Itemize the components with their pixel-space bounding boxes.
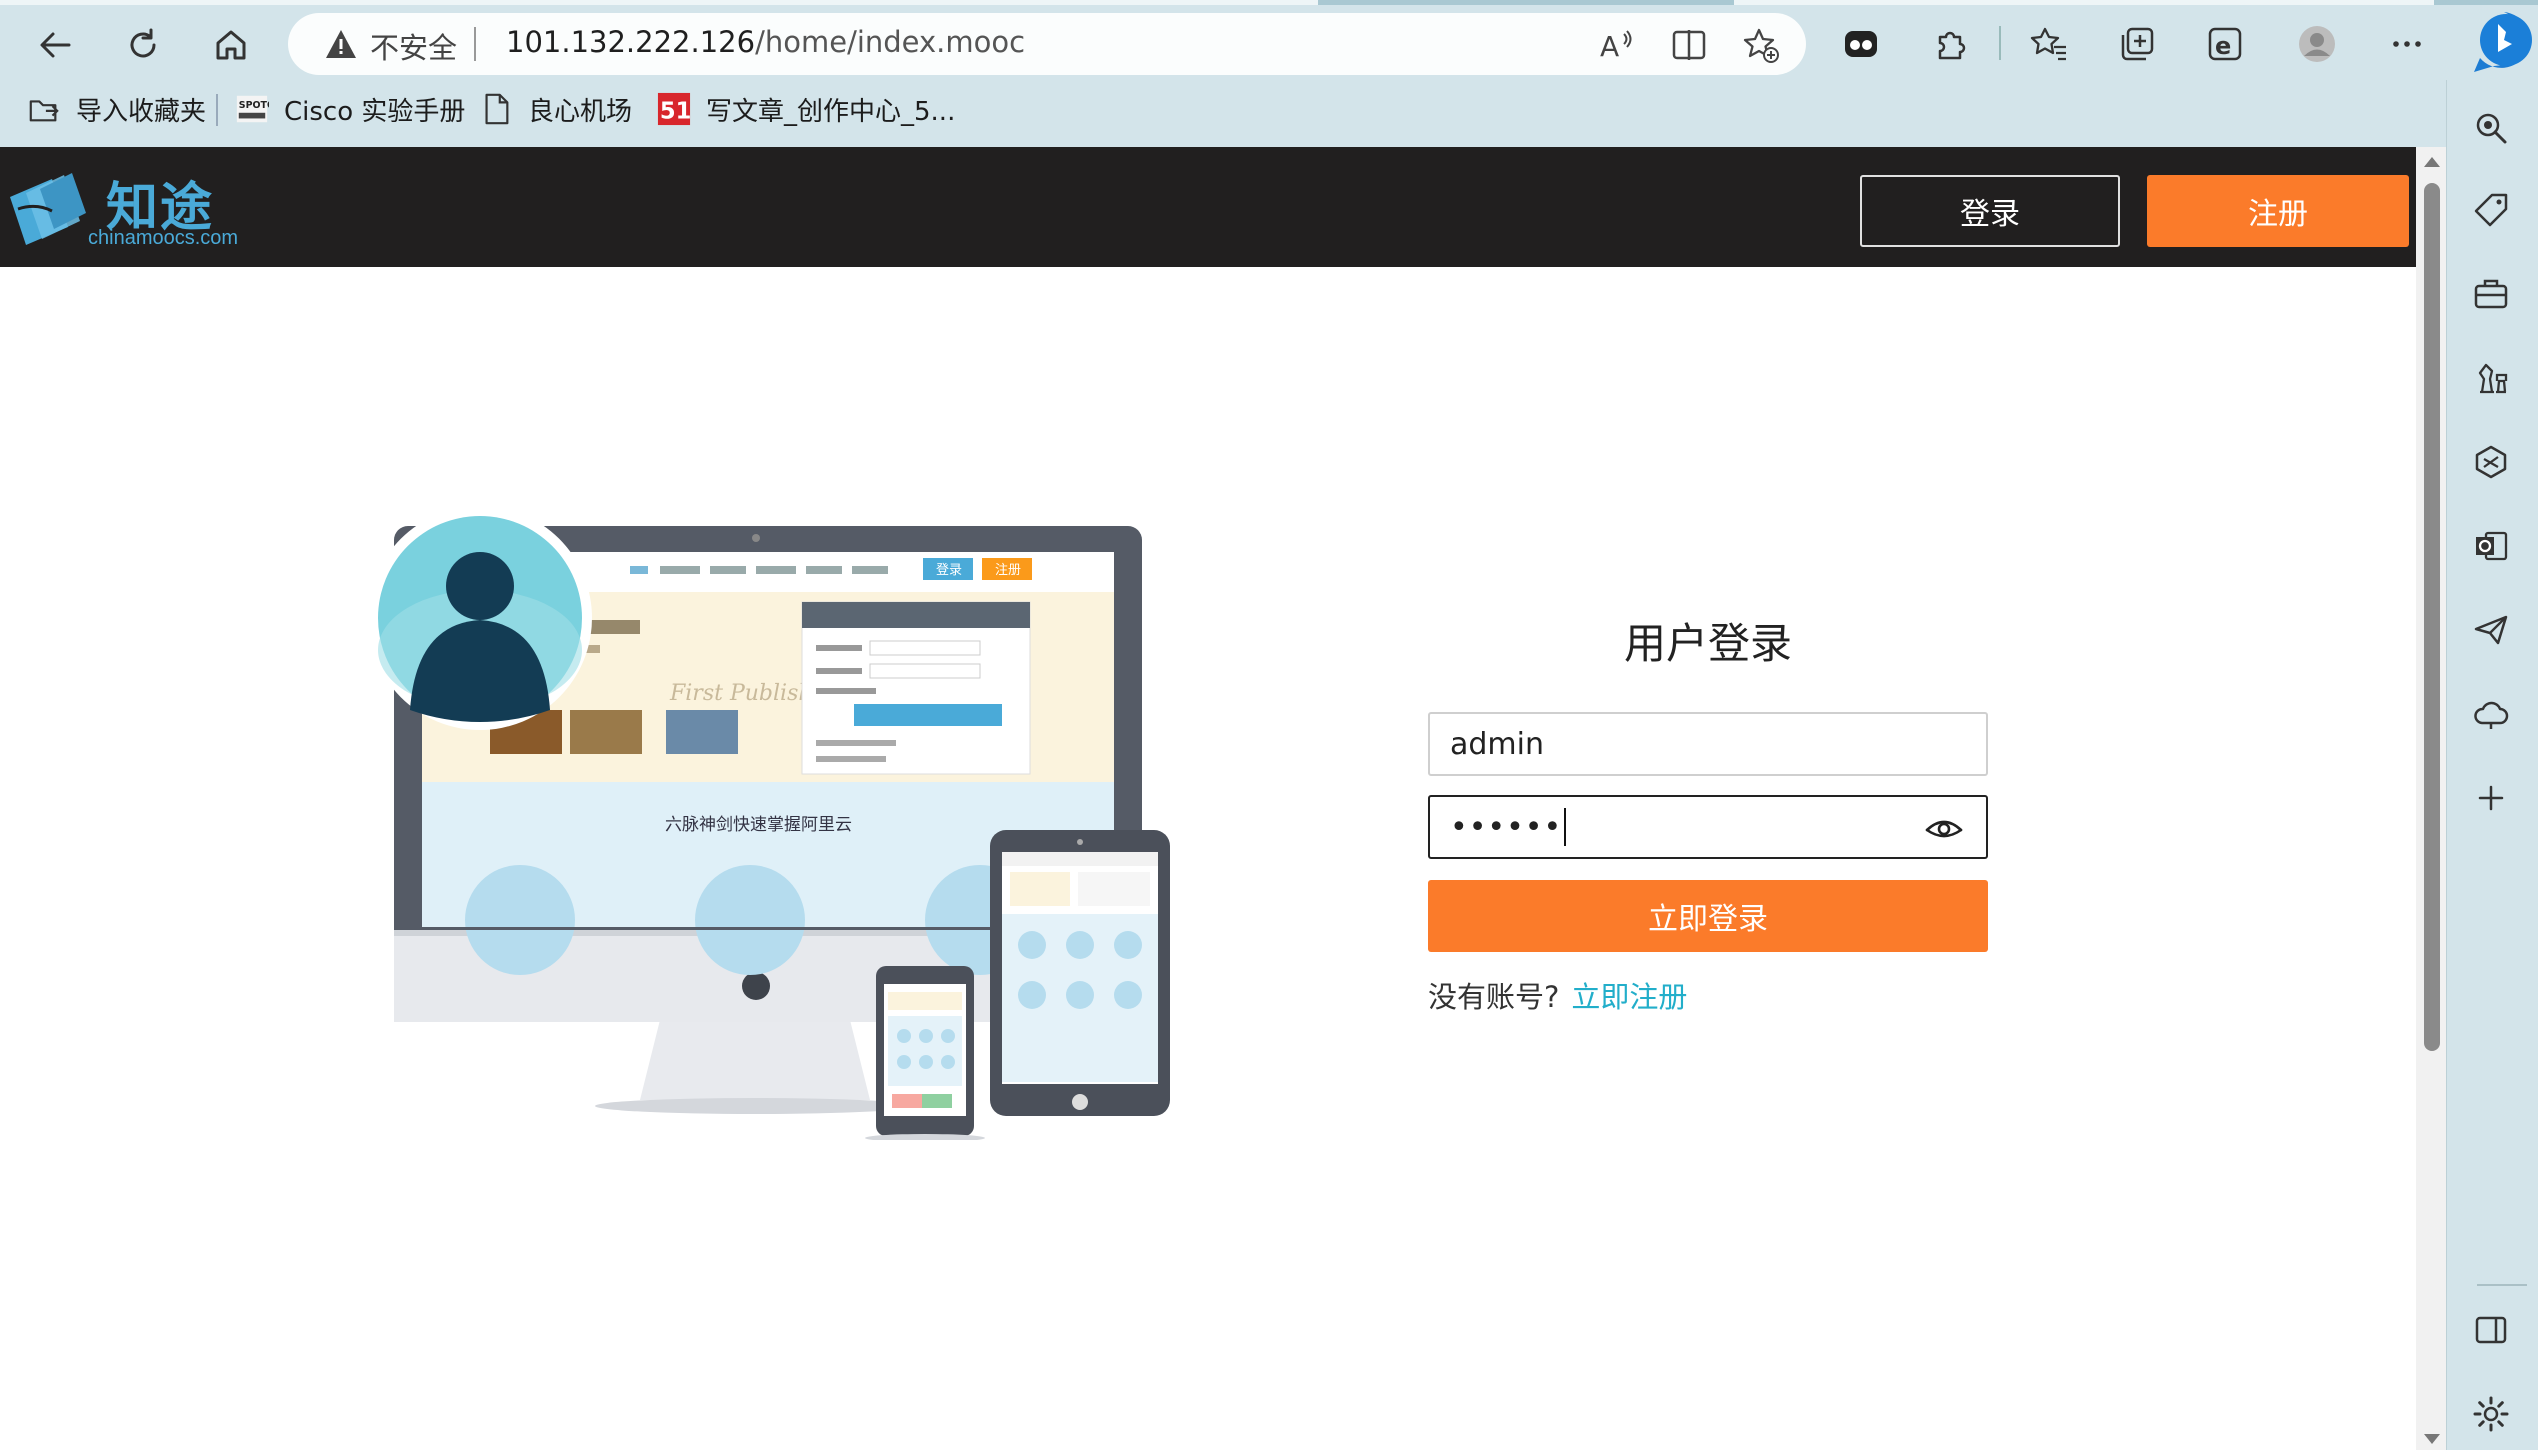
browser-toolbar: 不安全 101.132.222.126/home/index.mooc A e … <box>0 0 2538 147</box>
no-account-text: 没有账号? <box>1428 980 1560 1014</box>
toolbox-icon[interactable] <box>2467 270 2515 318</box>
bookmark-label: 良心机场 <box>528 96 633 127</box>
profile-icon[interactable] <box>2292 19 2342 69</box>
login-title: 用户登录 <box>1623 619 1792 668</box>
register-link[interactable]: 立即注册 <box>1571 980 1687 1014</box>
header-login-button[interactable]: 登录 <box>1860 175 2120 247</box>
illustration-banner-text: 六脉神剑快速掌握阿里云 <box>665 815 852 835</box>
bookmark-separator <box>216 94 218 126</box>
games-icon[interactable] <box>1836 19 1886 69</box>
url-path: /home/index.mooc <box>755 25 1026 59</box>
add-favorite-icon[interactable] <box>1742 26 1780 64</box>
split-screen-icon[interactable] <box>1670 26 1708 64</box>
scroll-down-arrow-icon[interactable] <box>2424 1434 2440 1444</box>
devices-illustration: 登录 注册 First Publish 六脉神剑快速掌握阿里云 <box>368 500 1190 1142</box>
office-icon[interactable] <box>2467 438 2515 486</box>
header-register-button[interactable]: 注册 <box>2147 175 2409 247</box>
favorites-icon[interactable] <box>2024 19 2074 69</box>
logo-icon <box>10 173 86 245</box>
bookmark-label: Cisco 实验手册 <box>284 96 466 127</box>
address-bar[interactable]: 不安全 101.132.222.126/home/index.mooc A <box>288 13 1806 75</box>
spoto-icon: SPOTO <box>234 91 270 127</box>
chess-icon[interactable] <box>2467 354 2515 402</box>
read-aloud-icon[interactable]: A <box>1598 26 1636 64</box>
cloud-icon[interactable] <box>2467 690 2515 738</box>
back-arrow-icon[interactable] <box>24 14 86 76</box>
search-icon[interactable] <box>2467 104 2515 152</box>
svg-text:SPOTO: SPOTO <box>239 100 269 111</box>
site-header: 知途 chinamoocs.com 登录 注册 <box>0 147 2416 267</box>
warning-icon[interactable] <box>324 28 358 60</box>
login-submit-button[interactable]: 立即登录 <box>1428 880 1988 952</box>
address-separator <box>474 27 476 61</box>
show-password-eye-icon[interactable] <box>1924 810 1964 846</box>
edge-sidebar <box>2446 80 2538 1450</box>
bookmark-liangxin[interactable]: 良心机场 <box>478 88 632 130</box>
extensions-icon[interactable] <box>1926 19 1976 69</box>
settings-icon[interactable] <box>2467 1390 2515 1438</box>
svg-text:51: 51 <box>660 98 691 124</box>
illustration-nav-login: 登录 <box>936 563 962 578</box>
home-icon[interactable] <box>200 14 262 76</box>
scroll-up-arrow-icon[interactable] <box>2424 157 2440 167</box>
illustration-nav-register: 注册 <box>995 563 1021 578</box>
page-icon <box>478 91 514 127</box>
active-tab-edge <box>0 0 1318 5</box>
username-value: admin <box>1450 726 1544 762</box>
url-host: 101.132.222.126 <box>506 25 756 59</box>
sidebar-divider <box>2477 1284 2527 1286</box>
add-icon[interactable] <box>2467 774 2515 822</box>
bookmark-import[interactable]: 导入收藏夹 <box>26 88 206 130</box>
url-text[interactable]: 101.132.222.126/home/index.mooc <box>506 25 1025 59</box>
password-input[interactable]: •••••• <box>1428 795 1988 859</box>
logo-subtext: chinamoocs.com <box>88 227 239 249</box>
outlook-icon[interactable] <box>2467 522 2515 570</box>
toolbar-separator <box>1999 26 2001 60</box>
bookmark-51cto[interactable]: 51 写文章_创作中心_5... <box>656 88 955 130</box>
bookmark-label: 写文章_创作中心_5... <box>706 96 956 127</box>
51cto-icon: 51 <box>656 91 692 127</box>
bing-icon[interactable] <box>2470 6 2538 78</box>
security-label[interactable]: 不安全 <box>370 25 457 67</box>
bookmark-cisco[interactable]: SPOTO Cisco 实验手册 <box>234 88 465 130</box>
import-icon <box>26 91 62 127</box>
username-input[interactable]: admin <box>1428 712 1988 776</box>
bookmark-label: 导入收藏夹 <box>76 96 207 127</box>
ie-mode-icon[interactable]: e <box>2200 19 2250 69</box>
tab-edge <box>1734 0 2434 5</box>
more-icon[interactable] <box>2382 19 2432 69</box>
svg-text:A: A <box>1600 30 1619 63</box>
svg-text:First Publish: First Publish <box>669 681 813 706</box>
page-scrollbar[interactable] <box>2416 147 2446 1450</box>
scroll-thumb[interactable] <box>2424 183 2440 1051</box>
svg-text:e: e <box>2215 32 2231 60</box>
send-icon[interactable] <box>2467 606 2515 654</box>
no-account-line: 没有账号? 立即注册 <box>1428 974 1687 1016</box>
password-mask: •••••• <box>1450 809 1563 845</box>
refresh-icon[interactable] <box>112 14 174 76</box>
collections-icon[interactable] <box>2112 19 2162 69</box>
tab-strip <box>0 0 2538 5</box>
text-caret <box>1564 808 1567 846</box>
sidebar-toggle-icon[interactable] <box>2467 1306 2515 1354</box>
site-logo[interactable]: 知途 chinamoocs.com <box>6 161 266 251</box>
devices-image: 登录 注册 First Publish 六脉神剑快速掌握阿里云 <box>368 506 1170 1142</box>
tag-icon[interactable] <box>2467 186 2515 234</box>
